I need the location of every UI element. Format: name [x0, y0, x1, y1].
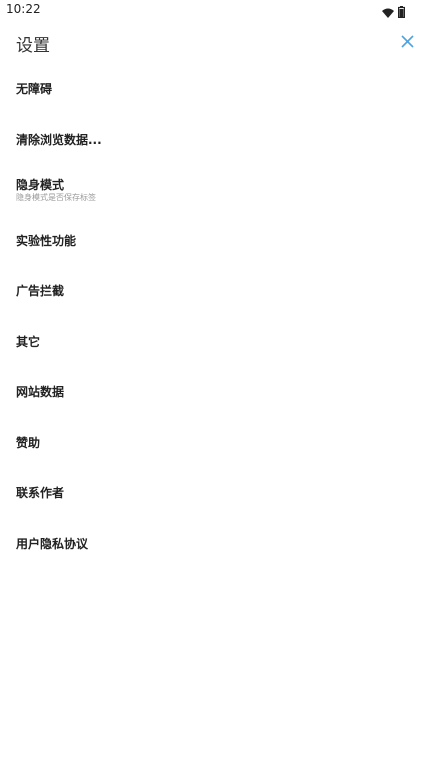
setting-title: 用户隐私协议 [16, 536, 89, 551]
page-title: 设置 [16, 36, 50, 56]
setting-incognito-mode[interactable]: 隐身模式 隐身模式是否保存标签 [0, 165, 425, 216]
setting-privacy-policy[interactable]: 用户隐私协议 [0, 519, 425, 570]
setting-title: 隐身模式 [16, 177, 65, 192]
setting-clear-browsing-data[interactable]: 清除浏览数据... [0, 115, 425, 166]
setting-accessibility[interactable]: 无障碍 [0, 64, 425, 115]
battery-icon [398, 3, 406, 22]
header: 设置 [0, 22, 425, 62]
setting-experimental-features[interactable]: 实验性功能 [0, 216, 425, 267]
setting-contact-author[interactable]: 联系作者 [0, 468, 425, 519]
status-icons [382, 3, 406, 22]
setting-title: 实验性功能 [16, 233, 77, 248]
setting-title: 网站数据 [16, 385, 65, 400]
setting-title: 其它 [16, 334, 41, 349]
wifi-icon [382, 3, 394, 22]
setting-title: 联系作者 [16, 486, 65, 501]
setting-title: 无障碍 [16, 82, 53, 97]
setting-title: 广告拦截 [16, 284, 65, 299]
close-icon [400, 33, 414, 52]
setting-subtitle: 隐身模式是否保存标签 [16, 192, 96, 202]
setting-sponsor[interactable]: 赞助 [0, 418, 425, 469]
setting-site-data[interactable]: 网站数据 [0, 367, 425, 418]
setting-title: 清除浏览数据... [16, 132, 102, 147]
status-time: 10:22 [6, 2, 41, 16]
close-button[interactable] [395, 30, 419, 54]
status-bar: 10:22 [0, 0, 425, 20]
setting-title: 赞助 [16, 435, 41, 450]
setting-ad-block[interactable]: 广告拦截 [0, 266, 425, 317]
settings-list: 无障碍 清除浏览数据... 隐身模式 隐身模式是否保存标签 实验性功能 广告拦截… [0, 64, 425, 569]
setting-other[interactable]: 其它 [0, 317, 425, 368]
